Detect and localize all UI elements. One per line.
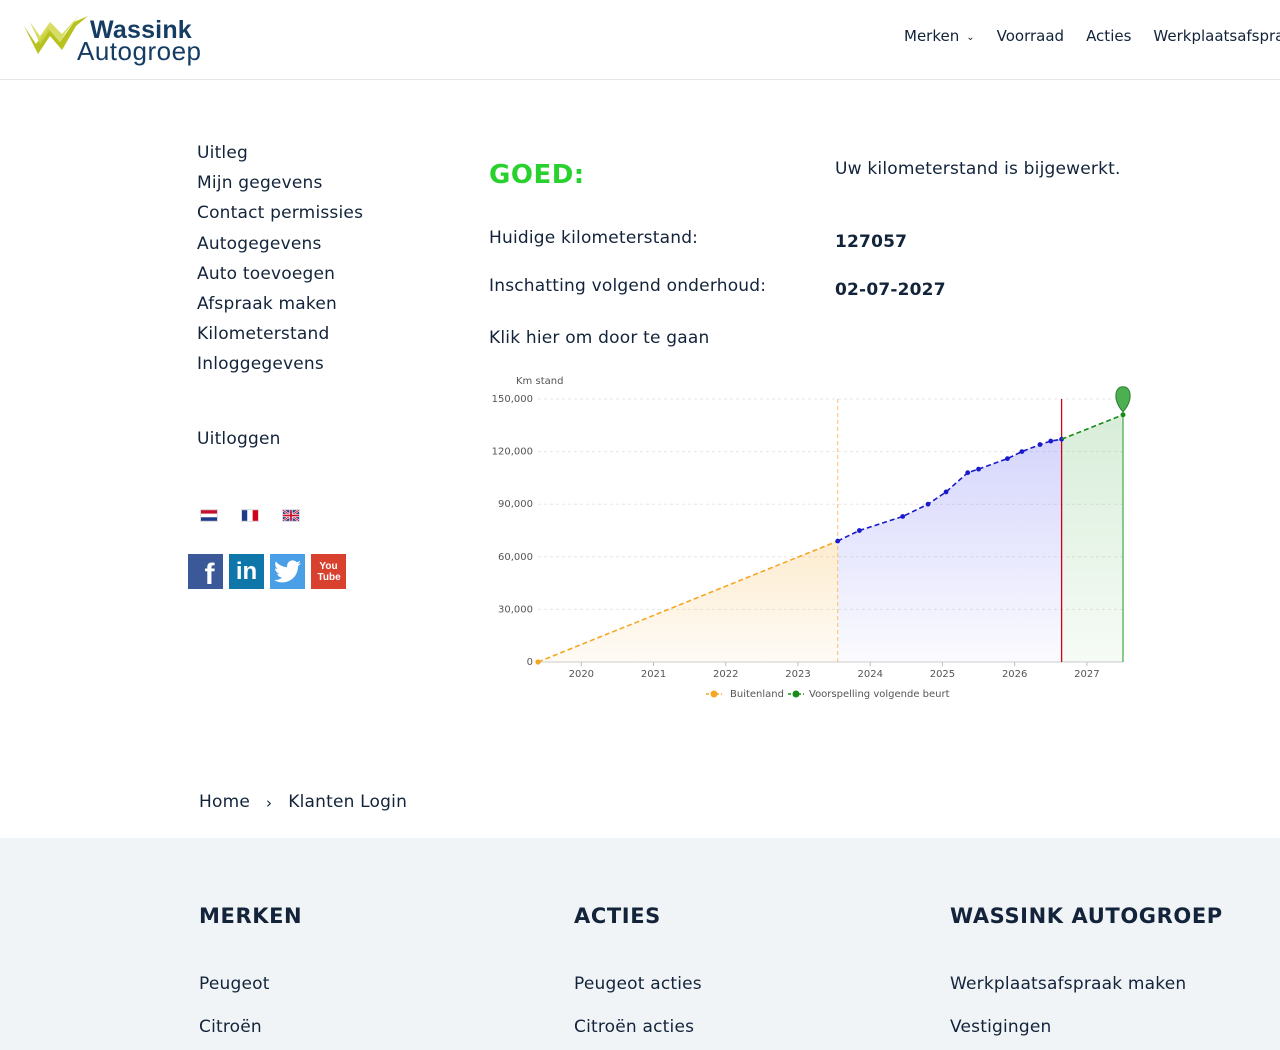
y-tick-label: 30,000 xyxy=(498,604,533,615)
breadcrumb: Home › Klanten Login xyxy=(199,792,407,814)
logo-text-line2: Autogroep xyxy=(77,36,202,66)
footer-link[interactable]: Peugeot acties xyxy=(574,974,702,994)
breadcrumb-separator-icon: › xyxy=(266,794,273,812)
footer-link[interactable]: Vestigingen xyxy=(950,1017,1052,1037)
footer-link[interactable]: Citroën acties xyxy=(574,1017,694,1037)
data-point xyxy=(1037,442,1043,447)
nav-label: Merken xyxy=(904,27,960,45)
nav-item-voorraad[interactable]: Voorraad xyxy=(997,27,1064,45)
data-point xyxy=(535,659,541,665)
sidebar-item-inloggegevens[interactable]: Inloggegevens xyxy=(197,351,417,381)
data-point xyxy=(1019,449,1025,454)
sidebar-item-autogegevens[interactable]: Autogegevens xyxy=(197,231,417,261)
logout-link[interactable]: Uitloggen xyxy=(197,429,281,449)
next-service-label: Inschatting volgend onderhoud: xyxy=(489,276,767,296)
legend-swatch-dot xyxy=(792,690,800,698)
sidebar-item-mijn-gegevens[interactable]: Mijn gegevens xyxy=(197,170,417,200)
twitter-icon[interactable] xyxy=(270,554,305,589)
sidebar-item-kilometerstand[interactable]: Kilometerstand xyxy=(197,321,417,351)
youtube-glyph: You Tube xyxy=(317,560,341,583)
x-tick-label: 2020 xyxy=(569,669,594,680)
legend-label: Voorspelling volgende beurt xyxy=(809,689,950,700)
footer-heading: MERKEN xyxy=(199,904,303,928)
data-point xyxy=(900,514,906,519)
nav-item-acties[interactable]: Acties xyxy=(1086,27,1131,45)
breadcrumb-current: Klanten Login xyxy=(288,792,408,812)
x-tick-label: 2023 xyxy=(785,669,810,680)
youtube-icon[interactable]: You Tube xyxy=(311,554,346,589)
account-sidebar: Uitleg Mijn gegevens Contact permissies … xyxy=(197,140,417,382)
legend-label: Buitenland xyxy=(730,689,784,700)
x-tick-label: 2024 xyxy=(857,669,882,680)
nav-label: Voorraad xyxy=(996,27,1065,45)
sidebar-item-contact-permissies[interactable]: Contact permissies xyxy=(197,200,417,230)
language-switcher xyxy=(200,509,323,522)
sidebar-item-auto-toevoegen[interactable]: Auto toevoegen xyxy=(197,261,417,291)
y-tick-label: 0 xyxy=(527,657,533,668)
data-point xyxy=(1005,456,1010,462)
series-area xyxy=(1061,414,1123,662)
data-point xyxy=(925,501,931,507)
next-service-value: 02-07-2027 xyxy=(835,280,946,300)
status-message: Uw kilometerstand is bijgewerkt. xyxy=(835,159,1121,179)
x-tick-label: 2027 xyxy=(1074,669,1099,680)
sidebar-item-uitleg[interactable]: Uitleg xyxy=(197,140,417,170)
data-point xyxy=(965,470,971,476)
series-area xyxy=(837,439,1062,662)
breadcrumb-home[interactable]: Home xyxy=(199,792,250,814)
x-tick-label: 2026 xyxy=(1002,669,1027,680)
y-tick-label: 120,000 xyxy=(492,447,533,458)
nav-item-werkplaatsafspraak[interactable]: Werkplaatsafspra xyxy=(1153,27,1280,45)
mileage-chart: 0 30,000 60,000 90,000 120,000 150,000 Km stan… xyxy=(492,376,1131,700)
nav-label: Werkplaatsafspra xyxy=(1153,27,1280,45)
linkedin-glyph: in xyxy=(235,557,258,585)
current-km-label: Huidige kilometerstand: xyxy=(489,228,699,248)
status-title: GOED: xyxy=(489,160,585,190)
data-point xyxy=(856,528,862,533)
social-links: f in You Tube xyxy=(188,554,352,591)
y-tick-label: 60,000 xyxy=(498,552,533,563)
footer-heading: ACTIES xyxy=(574,904,661,928)
current-km-value: 127057 xyxy=(835,232,908,252)
linkedin-icon[interactable]: in xyxy=(229,554,264,589)
data-point xyxy=(943,489,949,495)
x-tick-label: 2021 xyxy=(641,669,666,680)
footer-column-acties: ACTIES Peugeot acties Citroën acties xyxy=(574,904,702,1037)
fr-flag-icon[interactable] xyxy=(241,509,259,522)
footer-heading: WASSINK AUTOGROEP xyxy=(950,904,1223,928)
y-tick-label: 90,000 xyxy=(498,499,533,510)
facebook-icon[interactable]: f xyxy=(188,554,223,591)
y-tick-label: 150,000 xyxy=(492,394,533,405)
twitter-bird-icon xyxy=(273,559,301,582)
facebook-glyph: f xyxy=(204,557,215,591)
site-footer: MERKEN Peugeot Citroën ACTIES Peugeot ac… xyxy=(0,838,1280,1050)
footer-column-merken: MERKEN Peugeot Citroën xyxy=(199,904,303,1037)
footer-link[interactable]: Peugeot xyxy=(199,974,270,994)
continue-link[interactable]: Klik hier om door te gaan xyxy=(489,328,709,348)
main-nav: Merken ⌄ Voorraad Acties Werkplaatsafspr… xyxy=(904,27,1280,45)
footer-link[interactable]: Werkplaatsafspraak maken xyxy=(950,974,1186,994)
wassink-logo[interactable]: Wassink Autogroep xyxy=(22,10,242,66)
chevron-down-icon: ⌄ xyxy=(966,31,975,43)
sidebar-item-afspraak-maken[interactable]: Afspraak maken xyxy=(197,291,417,321)
prediction-pin-icon xyxy=(1115,386,1131,413)
footer-column-wassink-autogroep: WASSINK AUTOGROEP Werkplaatsafspraak mak… xyxy=(950,904,1223,1037)
x-tick-label: 2025 xyxy=(930,669,955,680)
y-axis-label: Km stand xyxy=(516,376,563,387)
nl-flag-icon[interactable] xyxy=(200,509,218,522)
site-header: Wassink Autogroep Merken ⌄ Voorraad Acti… xyxy=(0,0,1280,80)
footer-link[interactable]: Citroën xyxy=(199,1017,262,1037)
legend-swatch-dot xyxy=(710,690,718,698)
nav-label: Acties xyxy=(1086,27,1132,45)
gb-flag-icon[interactable] xyxy=(282,509,300,522)
nav-item-merken[interactable]: Merken ⌄ xyxy=(904,27,975,45)
data-point xyxy=(976,466,981,472)
data-point xyxy=(1120,412,1126,418)
data-point xyxy=(835,538,841,544)
x-tick-label: 2022 xyxy=(713,669,738,680)
data-point xyxy=(1048,438,1054,444)
